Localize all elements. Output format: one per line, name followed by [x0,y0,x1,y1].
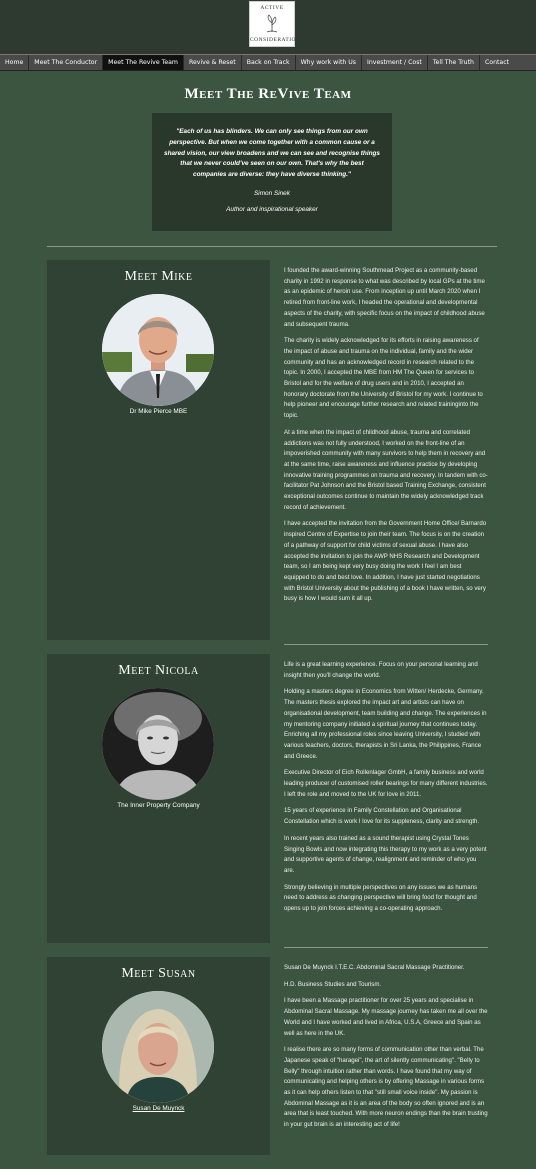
member-photo [102,688,214,800]
bio-paragraph: Strongly believing in multiple perspecti… [284,883,478,913]
logo-text-top: ACTIVE [260,5,284,11]
member-bio-mike: I founded the award-winning Southmead Pr… [284,266,488,611]
bio-paragraph: I realise there are so many forms of com… [284,1046,488,1129]
member-card-nicola: Meet Nicola The Inner Property Company [47,654,270,943]
bio-paragraph: In recent years also trained as a sound … [284,834,487,874]
member-caption: The Inner Property Company [117,802,200,809]
bio-paragraph: Executive Director of Eich Rollenlager G… [284,769,488,798]
bio-paragraph: I have been a Massage practitioner for o… [284,997,488,1037]
member-card-mike: Meet Mike Dr Mike Pierce MBE [47,260,270,640]
member-card-susan: Meet Susan Susan De Muynck [47,957,270,1155]
quote-emphasis: diverse thinking." [297,171,351,179]
nav-revive-reset[interactable]: Revive & Reset [184,55,242,70]
quote-author-role: Author and inspirational speaker [226,205,318,213]
header-bar: ACTIVE CONSIDERATION [0,0,536,54]
nav-tell-the-truth[interactable]: Tell The Truth [428,55,480,70]
nav-contact[interactable]: Contact [480,55,514,70]
logo-text-bottom: CONSIDERATION [250,37,301,43]
divider [284,947,488,948]
logo[interactable]: ACTIVE CONSIDERATION [249,1,301,47]
member-caption-link[interactable]: Susan De Muynck [47,1105,270,1112]
member-caption: Dr Mike Pierce MBE [129,408,188,415]
member-bio-susan: Susan De Muynck I.T.E.C. Abdominal Sacra… [284,963,488,1137]
member-title: Meet Mike [124,269,193,284]
bio-paragraph: I have accepted the invitation from the … [284,520,487,603]
member-title: Meet Nicola [118,663,199,678]
member-photo [102,991,214,1103]
bio-paragraph: The charity is widely acknowledged for i… [284,337,483,420]
nav-meet-the-conductor[interactable]: Meet The Conductor [29,55,104,70]
bio-paragraph: Holding a masters degree in Economics fr… [284,688,487,760]
quote-text: "Each of us has blinders. We can only se… [164,127,380,181]
quote-box: "Each of us has blinders. We can only se… [152,113,392,231]
main-nav: Home Meet The Conductor Meet The Revive … [0,54,536,71]
divider [47,246,497,247]
bio-paragraph: Susan De Muynck I.T.E.C. Abdominal Sacra… [284,964,465,971]
bio-paragraph: At a time when the impact of childhood a… [284,428,488,511]
member-title: Meet Susan [121,966,196,981]
member-photo [102,294,214,406]
nav-why-work-with-us[interactable]: Why work with Us [296,55,363,70]
page-title: Meet The ReVive Team [184,86,352,102]
bio-paragraph: Life is a great learning experience. Foc… [284,661,478,679]
nav-meet-the-revive-team[interactable]: Meet The Revive Team [103,55,184,70]
bio-paragraph: H.D. Business Studies and Tourism. [284,980,382,988]
nav-investment-cost[interactable]: Investment / Cost [362,55,428,70]
member-bio-nicola: Life is a great learning experience. Foc… [284,660,488,921]
nav-back-on-track[interactable]: Back on Track [242,55,296,70]
quote-author: Simon Sinek [254,189,290,197]
nav-home[interactable]: Home [0,55,30,70]
divider [284,644,488,645]
bio-paragraph: 15 years of experience in Family Constel… [284,807,480,826]
bio-paragraph: I founded the award-winning Southmead Pr… [284,267,485,328]
